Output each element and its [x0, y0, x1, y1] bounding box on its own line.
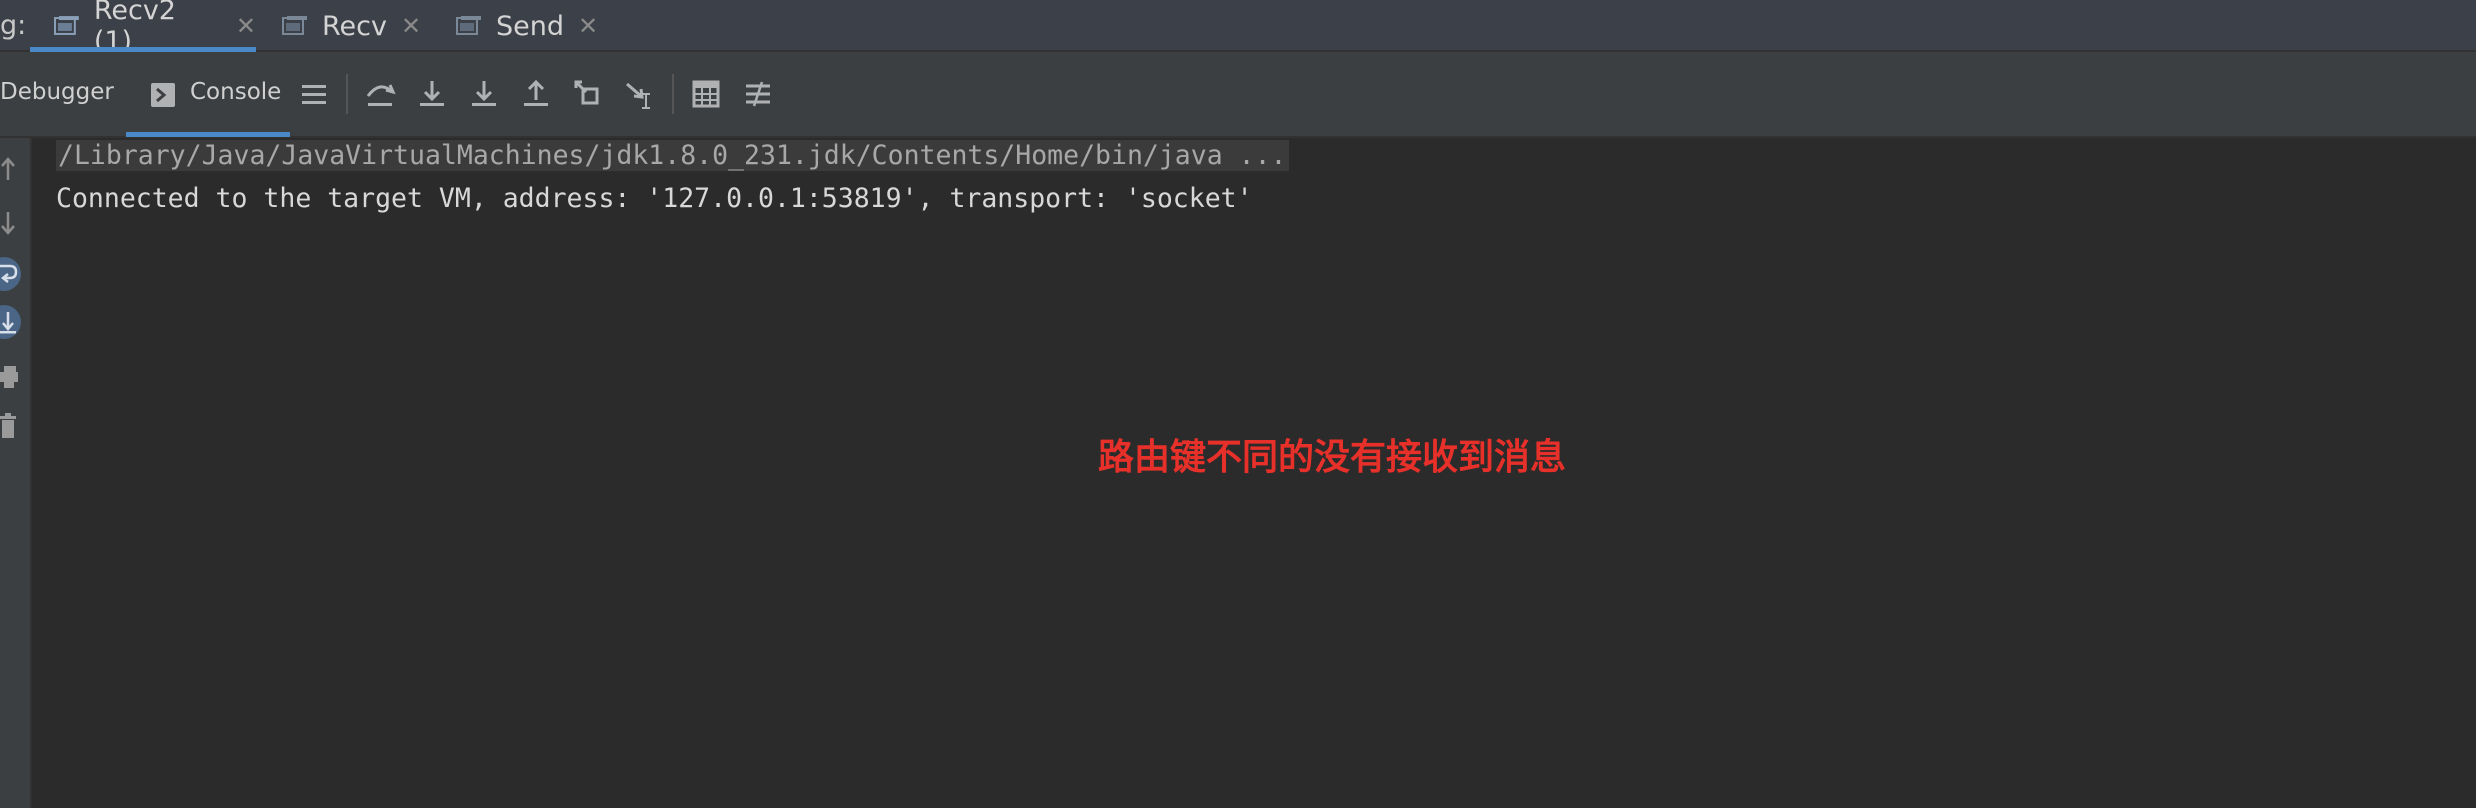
drop-frame-icon[interactable] — [570, 76, 606, 112]
toolbar-separator — [672, 74, 674, 114]
down-arrow-icon[interactable] — [0, 204, 26, 240]
java-command-line[interactable]: /Library/Java/JavaVirtualMachines/jdk1.8… — [56, 140, 1289, 171]
close-icon[interactable]: ✕ — [401, 12, 421, 40]
scroll-to-end-icon[interactable] — [0, 304, 26, 340]
force-step-into-icon[interactable] — [466, 76, 502, 112]
step-out-icon[interactable] — [518, 76, 554, 112]
run-config-icon — [54, 16, 79, 35]
console-side-toolbar — [0, 138, 32, 808]
toolbar-separator — [346, 74, 348, 114]
tab-recv[interactable]: Recv ✕ — [282, 0, 421, 52]
soft-wrap-icon[interactable] — [0, 256, 26, 292]
console-icon — [151, 83, 175, 107]
print-icon[interactable] — [0, 358, 26, 394]
close-icon[interactable]: ✕ — [578, 12, 598, 40]
tab-recv2-1[interactable]: Recv2 (1) ✕ — [30, 0, 256, 57]
trace-icon[interactable] — [740, 76, 776, 112]
vm-connected-message: Connected to the target VM, address: '12… — [56, 183, 1253, 214]
debug-toolbar: Debugger Console — [0, 52, 2476, 138]
close-icon[interactable]: ✕ — [236, 12, 256, 40]
active-tab-indicator — [126, 132, 290, 137]
trash-icon[interactable] — [0, 408, 26, 444]
up-arrow-icon[interactable] — [0, 152, 26, 188]
evaluate-expression-icon[interactable] — [688, 76, 724, 112]
frames-menu-icon[interactable] — [296, 76, 332, 112]
tab-label: Send — [496, 10, 565, 42]
annotation-note: 路由键不同的没有接收到消息 — [1098, 437, 1567, 478]
tab-console[interactable]: Console — [190, 79, 281, 105]
tab-label: Recv — [322, 10, 387, 42]
run-to-cursor-icon[interactable] — [622, 76, 658, 112]
step-into-icon[interactable] — [414, 76, 450, 112]
run-config-icon — [456, 16, 481, 35]
tab-debugger[interactable]: Debugger — [0, 79, 114, 105]
run-config-icon — [282, 16, 307, 35]
step-over-icon[interactable] — [362, 76, 398, 112]
tool-window-title: g: — [0, 10, 27, 41]
tab-send[interactable]: Send ✕ — [456, 0, 598, 52]
tab-label: Recv2 (1) — [93, 0, 176, 57]
run-tab-bar: g: Recv2 (1) ✕ Recv ✕ Send ✕ — [0, 0, 2476, 57]
